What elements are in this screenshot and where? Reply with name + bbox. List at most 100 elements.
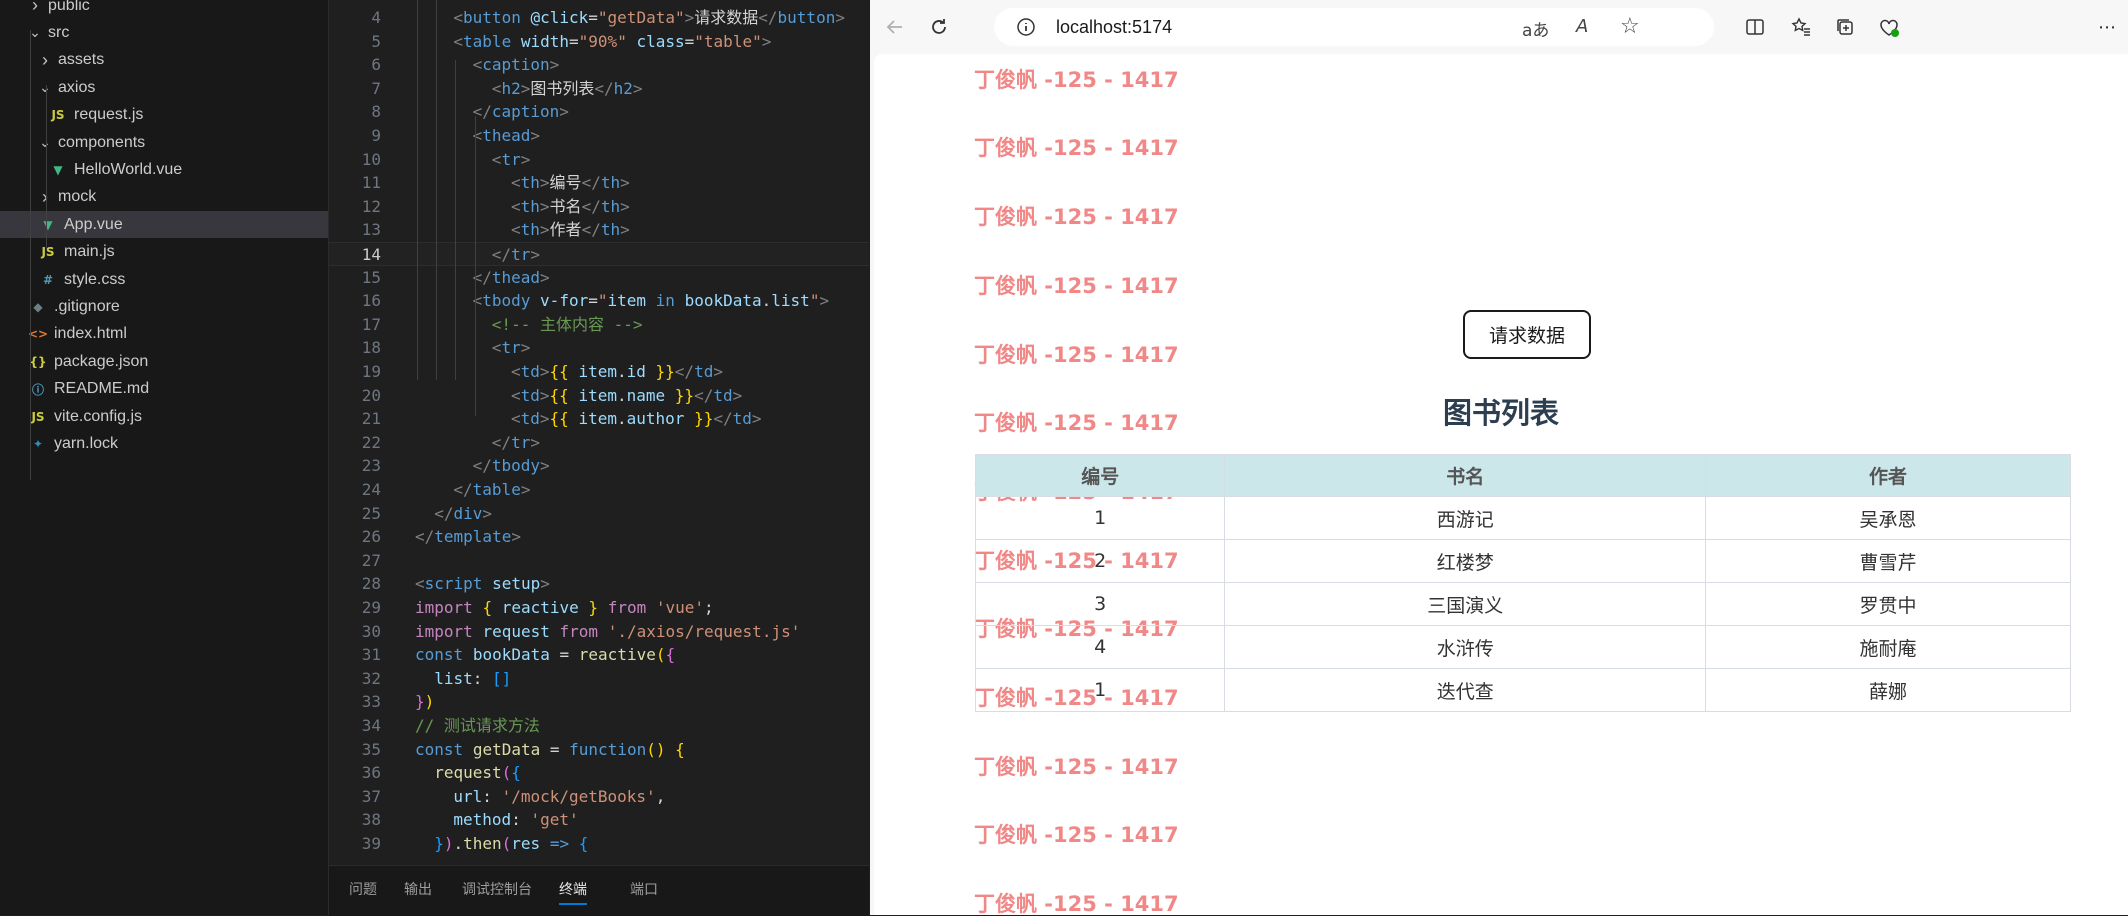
code-line[interactable]: 16 <tbody v-for="item in bookData.list"> <box>329 289 869 313</box>
code-line[interactable]: 17 <!-- 主体内容 --> <box>329 313 869 337</box>
code-token: h2 <box>501 78 521 98</box>
code-line[interactable]: 26 </template> <box>329 525 869 549</box>
code-line[interactable]: 18 <tr> <box>329 336 869 360</box>
chevron-right-icon[interactable]: › <box>38 187 52 208</box>
code-line[interactable]: 13 <th>作者</th> <box>329 218 869 242</box>
table-row: 1 西游记 吴承恩 <box>974 496 2072 540</box>
line-number: 38 <box>361 810 381 830</box>
code-line[interactable]: 36 request({ <box>329 761 869 785</box>
explorer-item[interactable]: JS request.js <box>0 102 328 129</box>
translate-icon[interactable]: aあ <box>1522 16 1549 41</box>
code-line[interactable]: 37 url: '/mock/getBooks', <box>329 785 869 809</box>
explorer-item[interactable]: › mock <box>0 184 328 211</box>
site-info-icon[interactable] <box>1016 17 1036 41</box>
read-aloud-icon[interactable]: A <box>1576 16 1588 37</box>
favorites-icon[interactable] <box>1786 12 1816 42</box>
explorer-item[interactable]: ▼ HelloWorld.vue <box>0 156 328 183</box>
explorer-item[interactable]: <> index.html <box>0 321 328 348</box>
chevron-right-icon[interactable]: › <box>38 50 52 71</box>
explorer-item[interactable]: JS vite.config.js <box>0 403 328 430</box>
code-line[interactable]: 12 <th>书名</th> <box>329 195 869 219</box>
code-line[interactable]: 29 import { reactive } from 'vue'; <box>329 596 869 620</box>
code-line[interactable]: 5 <table width="90%" class="table"> <box>329 30 869 54</box>
explorer-item[interactable]: ⌄ src <box>0 19 328 46</box>
code-token: " <box>597 291 608 311</box>
panel-tab[interactable]: 问题 <box>349 879 377 899</box>
indent-guide <box>474 116 476 416</box>
address-bar[interactable]: localhost:5174 aあ A ☆ <box>994 8 1714 46</box>
code-token: { <box>511 763 521 783</box>
explorer-item[interactable]: ◆ .gitignore <box>0 293 328 320</box>
explorer-item[interactable]: # style.css <box>0 266 328 293</box>
code-line[interactable]: 27 <box>329 549 869 573</box>
refresh-icon[interactable] <box>924 12 954 42</box>
code-line[interactable]: 28 <script setup> <box>329 572 869 596</box>
code-line[interactable]: 25 </div> <box>329 502 869 526</box>
code-line[interactable]: 22 </tr> <box>329 431 869 455</box>
line-number: 7 <box>371 78 381 98</box>
browser-essentials-icon[interactable] <box>1874 12 1904 42</box>
code-token: script <box>424 574 483 594</box>
explorer-item[interactable]: ▼ App.vue <box>0 211 328 239</box>
code-line[interactable]: 10 <tr> <box>329 148 869 172</box>
panel-tab[interactable]: 调试控制台 <box>462 879 532 899</box>
code-line[interactable]: 7 <h2>图书列表</h2> <box>329 77 869 101</box>
code-token: url <box>453 786 483 806</box>
code-line[interactable]: 31 const bookData = reactive({ <box>329 643 869 667</box>
code-line[interactable]: 20 <td>{{ item.name }}</td> <box>329 384 869 408</box>
code-line[interactable]: 30 import request from './axios/request.j… <box>329 620 869 644</box>
code-line[interactable]: 9 <thead> <box>329 124 869 148</box>
explorer-item[interactable]: › assets <box>0 47 328 74</box>
code-token: </ <box>434 503 454 523</box>
back-arrow-icon[interactable] <box>880 12 910 42</box>
code-editor[interactable]: 4 <button @click="getData">请求数据</button> 5… <box>329 0 869 865</box>
explorer-item[interactable]: ✦ yarn.lock <box>0 430 328 457</box>
code-token: > <box>732 385 743 405</box>
code-line[interactable]: 8 </caption> <box>329 100 869 124</box>
request-data-button[interactable]: 请求数据 <box>1463 310 1591 359</box>
more-options-icon[interactable]: ⋯ <box>2092 12 2122 42</box>
code-line[interactable]: 15 </thead> <box>329 266 869 290</box>
panel-tab[interactable]: 端口 <box>630 879 658 899</box>
indent-guide <box>30 30 31 480</box>
code-line[interactable]: 14 </tr> <box>329 242 869 266</box>
chevron-right-icon[interactable]: › <box>28 0 42 16</box>
panel-tab[interactable]: 终端 <box>559 879 587 905</box>
code-line[interactable]: 6 <caption> <box>329 53 869 77</box>
explorer-item[interactable]: {} package.json <box>0 348 328 375</box>
code-line[interactable]: 33}) <box>329 690 869 714</box>
code-line[interactable]: 19 <td>{{ item.id }}</td> <box>329 360 869 384</box>
explorer-item[interactable]: JS main.js <box>0 239 328 266</box>
git-file-icon: ◆ <box>33 299 43 314</box>
code-line[interactable]: 39}).then(res => { <box>329 832 869 856</box>
code-line[interactable]: 11 <th>编号</th> <box>329 171 869 195</box>
code-text: <button @click="getData">请求数据</button> <box>453 6 845 30</box>
url-text[interactable]: localhost:5174 <box>1056 17 1172 38</box>
split-screen-icon[interactable] <box>1740 12 1770 42</box>
code-line[interactable]: 4 <button @click="getData">请求数据</button> <box>329 6 869 30</box>
code-line[interactable]: 32 list: [] <box>329 667 869 691</box>
code-line[interactable]: 23 </tbody> <box>329 454 869 478</box>
code-line[interactable]: 38 method: 'get' <box>329 808 869 832</box>
explorer-item[interactable]: › public <box>0 0 328 19</box>
chevron-down-icon[interactable]: ⌄ <box>38 79 52 96</box>
code-line[interactable]: 34 // 测试请求方法 <box>329 714 869 738</box>
explorer-item[interactable]: ⓘ README.md <box>0 376 328 403</box>
code-token: = <box>540 739 570 759</box>
chevron-down-icon[interactable]: ⌄ <box>38 134 52 151</box>
code-line[interactable]: 21 <td>{{ item.author }}</td> <box>329 407 869 431</box>
panel-tab[interactable]: 输出 <box>404 879 432 899</box>
explorer-item[interactable]: ⌄ components <box>0 129 328 156</box>
vue-file-icon: ▼ <box>43 217 53 232</box>
explorer-item[interactable]: ⌄ axios <box>0 74 328 101</box>
favorite-star-icon[interactable]: ☆ <box>1620 14 1640 39</box>
collections-icon[interactable] <box>1830 12 1860 42</box>
code-line[interactable]: 35 const getData = function() { <box>329 738 869 762</box>
code-line[interactable]: 24 </table> <box>329 478 869 502</box>
explorer-item-label: App.vue <box>64 215 123 233</box>
code-token: import <box>415 621 473 641</box>
code-token: > <box>530 432 540 452</box>
code-token: method <box>453 810 512 830</box>
